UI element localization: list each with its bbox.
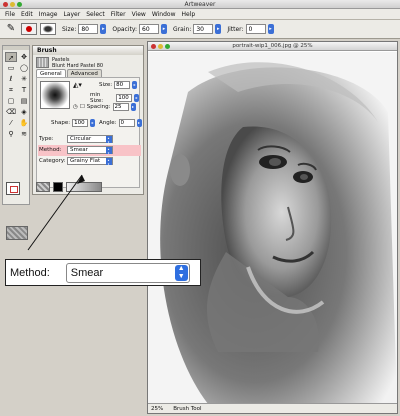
zoom-icon[interactable]: ⚲ bbox=[5, 129, 17, 139]
tool-options-bar: ✎ Size: ▸ Opacity: ▸ Grain: ▸ Jitter: ▸ bbox=[0, 20, 400, 39]
brush-size-stepper[interactable]: ▸ bbox=[132, 81, 138, 89]
grain-input[interactable] bbox=[193, 24, 214, 34]
menu-edit[interactable]: Edit bbox=[18, 11, 36, 18]
select-arrows-icon[interactable]: ▲ ▼ bbox=[174, 264, 188, 281]
type-label: Type: bbox=[39, 136, 54, 142]
menu-filter[interactable]: Filter bbox=[108, 11, 129, 18]
hand-icon[interactable]: ✋ bbox=[18, 118, 30, 128]
callout-method-label: Method: bbox=[10, 266, 50, 279]
pattern-swatch[interactable] bbox=[53, 182, 63, 192]
status-tool-name: Brush Tool bbox=[173, 406, 202, 412]
paper-texture-swatch[interactable] bbox=[6, 226, 28, 240]
paper-swatch[interactable] bbox=[36, 182, 50, 192]
clock-icon[interactable]: ◷ bbox=[73, 104, 78, 110]
smudge-icon[interactable]: ≋ bbox=[18, 129, 30, 139]
toolbox-panel: ➚ ✥ ▭ ◯ ℓ ✳ ⌗ T ▢ ▤ ⌫ ◈ ⁄ ✋ ⚲ ≋ bbox=[2, 45, 30, 240]
crop-icon[interactable]: ⌗ bbox=[5, 85, 17, 95]
size-input[interactable] bbox=[78, 24, 99, 34]
brush-tool-icon[interactable]: ✎ bbox=[4, 22, 18, 36]
brush-tool-icon[interactable]: ➚ bbox=[5, 52, 17, 62]
menu-window[interactable]: Window bbox=[149, 11, 179, 18]
menu-view[interactable]: View bbox=[129, 11, 149, 18]
magic-wand-icon[interactable]: ✳ bbox=[18, 74, 30, 84]
tab-advanced[interactable]: Advanced bbox=[66, 69, 102, 77]
size-label: Size: bbox=[99, 82, 113, 88]
brush-size-input[interactable] bbox=[114, 81, 131, 89]
brush-panel: Brush Pastels Blunt Hard Pastel 80 Gener… bbox=[32, 45, 144, 195]
category-label: Category: bbox=[39, 158, 66, 164]
shape-tool-icon[interactable]: ▢ bbox=[5, 96, 17, 106]
opacity-input[interactable] bbox=[139, 24, 160, 34]
document-title: portrait-wip1_006.jpg @ 25% bbox=[232, 43, 313, 49]
color-swatches[interactable] bbox=[6, 182, 28, 202]
callout-method-select[interactable]: Smear ▲ ▼ bbox=[65, 262, 190, 283]
menu-layer[interactable]: Layer bbox=[60, 11, 83, 18]
menu-bar: File Edit Image Layer Select Filter View… bbox=[0, 9, 400, 20]
app-titlebar: Artweaver bbox=[0, 0, 400, 9]
method-label: Method: bbox=[39, 147, 62, 153]
move-tool-icon[interactable]: ✥ bbox=[18, 52, 30, 62]
opacity-label: Opacity: bbox=[112, 25, 138, 33]
spacing-stepper[interactable]: ▸ bbox=[130, 103, 136, 111]
document-titlebar[interactable]: portrait-wip1_006.jpg @ 25% bbox=[148, 42, 397, 51]
brush-panel-title[interactable]: Brush bbox=[33, 46, 143, 55]
size-stepper[interactable]: ▸ bbox=[100, 24, 107, 34]
gradient-icon[interactable]: ▤ bbox=[18, 96, 30, 106]
brush-variant-picker[interactable] bbox=[21, 23, 37, 35]
brush-preset-icon[interactable] bbox=[36, 57, 49, 68]
spacing-checkbox[interactable]: ☐ bbox=[80, 104, 85, 110]
portrait-painting bbox=[148, 52, 397, 404]
rect-select-icon[interactable]: ▭ bbox=[5, 63, 17, 73]
painting-canvas[interactable] bbox=[148, 52, 397, 404]
eyedropper-icon[interactable]: ⁄ bbox=[5, 118, 17, 128]
menu-help[interactable]: Help bbox=[179, 11, 199, 18]
brush-preset-row[interactable]: Pastels Blunt Hard Pastel 80 bbox=[33, 55, 143, 69]
jitter-input[interactable] bbox=[245, 24, 266, 34]
document-window-controls[interactable] bbox=[151, 44, 170, 49]
category-select[interactable]: Grainy Flat bbox=[67, 157, 113, 165]
min-size-stepper[interactable]: ▸ bbox=[134, 94, 139, 102]
angle-label: Angle: bbox=[99, 120, 117, 126]
menu-image[interactable]: Image bbox=[36, 11, 61, 18]
size-label: Size: bbox=[62, 25, 77, 33]
tab-general[interactable]: General bbox=[36, 69, 66, 77]
lasso-icon[interactable]: ℓ bbox=[5, 74, 17, 84]
spacing-label: Spacing: bbox=[86, 104, 111, 110]
foreground-color-swatch[interactable] bbox=[6, 182, 20, 195]
menu-select[interactable]: Select bbox=[83, 11, 108, 18]
opacity-stepper[interactable]: ▸ bbox=[161, 24, 168, 34]
brush-preview bbox=[40, 81, 70, 109]
ellipse-select-icon[interactable]: ◯ bbox=[18, 63, 30, 73]
gradient-swatch[interactable] bbox=[66, 182, 102, 192]
window-controls[interactable] bbox=[3, 2, 22, 7]
status-bar: 25% Brush Tool bbox=[148, 403, 397, 413]
shape-label: Shape: bbox=[51, 120, 71, 126]
menu-file[interactable]: File bbox=[2, 11, 18, 18]
brush-settings: ◭▾ Size: ▸ min Size: ▸ ◷ ☐ Spacing: ▸ Sh… bbox=[36, 77, 142, 188]
min-size-input[interactable] bbox=[116, 94, 133, 102]
spacing-input[interactable] bbox=[112, 103, 129, 111]
shape-input[interactable] bbox=[72, 119, 89, 127]
grain-stepper[interactable]: ▸ bbox=[215, 24, 222, 34]
eraser-icon[interactable]: ⌫ bbox=[5, 107, 17, 117]
fill-bucket-icon[interactable]: ◈ bbox=[18, 107, 30, 117]
type-select[interactable]: Circular bbox=[67, 135, 113, 143]
shape-type-icon[interactable]: ◭▾ bbox=[73, 81, 82, 89]
angle-input[interactable] bbox=[118, 119, 135, 127]
brush-tip-picker[interactable] bbox=[40, 23, 56, 35]
angle-stepper[interactable]: ▸ bbox=[136, 119, 142, 127]
method-select[interactable]: Smear bbox=[67, 146, 113, 154]
callout-method-value: Smear bbox=[70, 266, 104, 279]
zoom-readout[interactable]: 25% bbox=[151, 404, 163, 413]
jitter-stepper[interactable]: ▸ bbox=[267, 24, 274, 34]
document-window: portrait-wip1_006.jpg @ 25% 25% Brush To… bbox=[147, 41, 398, 414]
text-tool-icon[interactable]: T bbox=[18, 85, 30, 95]
shape-stepper[interactable]: ▸ bbox=[90, 119, 96, 127]
grain-label: Grain: bbox=[173, 25, 192, 33]
jitter-label: Jitter: bbox=[227, 25, 244, 33]
method-callout: Method: Smear ▲ ▼ bbox=[5, 259, 201, 286]
app-title: Artweaver bbox=[184, 1, 216, 8]
